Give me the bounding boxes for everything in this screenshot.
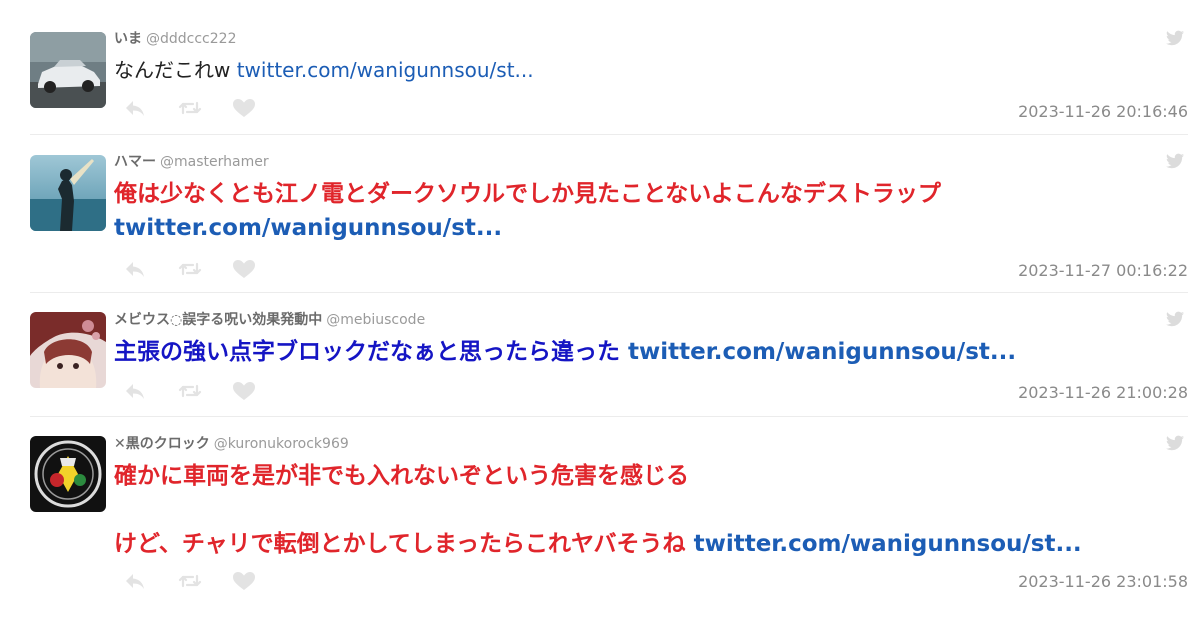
tweet-timestamp[interactable]: 2023-11-26 20:16:46	[1018, 102, 1188, 121]
twitter-bird-icon[interactable]	[1166, 30, 1184, 46]
tweet-item: ✕黒のクロック @kuronukorock969 確かに車両を是が非でも入れないぞ…	[30, 417, 1188, 607]
user-handle[interactable]: @masterhamer	[160, 154, 269, 170]
heart-icon[interactable]	[231, 259, 257, 279]
surfer-avatar-icon[interactable]	[30, 155, 106, 231]
tweet-body: なんだこれw	[114, 58, 231, 82]
tweet-actions	[123, 98, 257, 118]
display-name[interactable]: ✕黒のクロック	[114, 436, 210, 452]
twitter-bird-icon[interactable]	[1166, 311, 1184, 327]
twitter-bird-icon[interactable]	[1166, 435, 1184, 451]
tweet-text: なんだこれw twitter.com/wanigunnsou/st...	[114, 56, 1188, 84]
tweet-item: ハマー @masterhamer 俺は少なくとも江ノ電とダークソウルでしか見たこと…	[30, 135, 1188, 293]
anime-avatar-icon[interactable]	[30, 312, 106, 388]
tweet-text: 確かに車両を是が非でも入れないぞという危害を感じる けど、チャリで転倒とかしてし…	[114, 459, 1188, 561]
retweet-icon[interactable]	[177, 259, 203, 279]
retweet-icon[interactable]	[177, 571, 203, 591]
tweet-body-line1: 確かに車両を是が非でも入れないぞという危害を感じる	[114, 463, 689, 489]
tweet-link[interactable]: twitter.com/wanigunnsou/st...	[694, 531, 1082, 557]
heart-icon[interactable]	[231, 381, 257, 401]
tweet-link[interactable]: twitter.com/wanigunnsou/st...	[628, 339, 1016, 365]
reply-icon[interactable]	[123, 381, 149, 401]
tweet-actions	[123, 381, 257, 401]
tweet-body-line2: けど、チャリで転倒とかしてしまったらこれヤバそうね	[114, 531, 686, 557]
display-name[interactable]: ハマー	[114, 154, 156, 170]
tweet-link[interactable]: twitter.com/wanigunnsou/st...	[114, 211, 1188, 245]
tweet-actions	[123, 571, 257, 591]
user-handle[interactable]: @dddccc222	[146, 31, 236, 47]
retweet-icon[interactable]	[177, 381, 203, 401]
tweet-text: 主張の強い点字ブロックだなぁと思ったら違った twitter.com/wanig…	[114, 335, 1188, 369]
tweet-timestamp[interactable]: 2023-11-26 23:01:58	[1018, 572, 1188, 591]
tweet-timestamp[interactable]: 2023-11-26 21:00:28	[1018, 383, 1188, 402]
car-avatar-icon[interactable]	[30, 32, 106, 108]
tweet-body: 俺は少なくとも江ノ電とダークソウルでしか見たことないよこんなデストラップ	[114, 181, 941, 207]
tweet-timestamp[interactable]: 2023-11-27 00:16:22	[1018, 261, 1188, 280]
twitter-bird-icon[interactable]	[1166, 153, 1184, 169]
retweet-icon[interactable]	[177, 98, 203, 118]
tweet-actions	[123, 259, 257, 279]
heart-icon[interactable]	[231, 98, 257, 118]
reply-icon[interactable]	[123, 259, 149, 279]
tweet-text: 俺は少なくとも江ノ電とダークソウルでしか見たことないよこんなデストラップ twi…	[114, 177, 1188, 245]
user-handle[interactable]: @kuronukorock969	[214, 436, 349, 452]
tweet-body: 主張の強い点字ブロックだなぁと思ったら違った	[114, 339, 620, 365]
display-name[interactable]: いま	[114, 31, 142, 47]
heart-icon[interactable]	[231, 571, 257, 591]
reply-icon[interactable]	[123, 571, 149, 591]
tweet-item: いま @dddccc222 なんだこれw twitter.com/wanigunn…	[30, 20, 1188, 135]
user-handle[interactable]: @mebiuscode	[326, 312, 425, 328]
tweet-link[interactable]: twitter.com/wanigunnsou/st...	[237, 58, 534, 82]
tweet-item: メビウス◌誤字る呪い効果発動中 @mebiuscode 主張の強い点字ブロックだな…	[30, 293, 1188, 417]
tweet-feed: いま @dddccc222 なんだこれw twitter.com/wanigunn…	[0, 0, 1200, 630]
emblem-avatar-icon[interactable]	[30, 436, 106, 512]
display-name[interactable]: メビウス◌誤字る呪い効果発動中	[114, 312, 322, 328]
reply-icon[interactable]	[123, 98, 149, 118]
